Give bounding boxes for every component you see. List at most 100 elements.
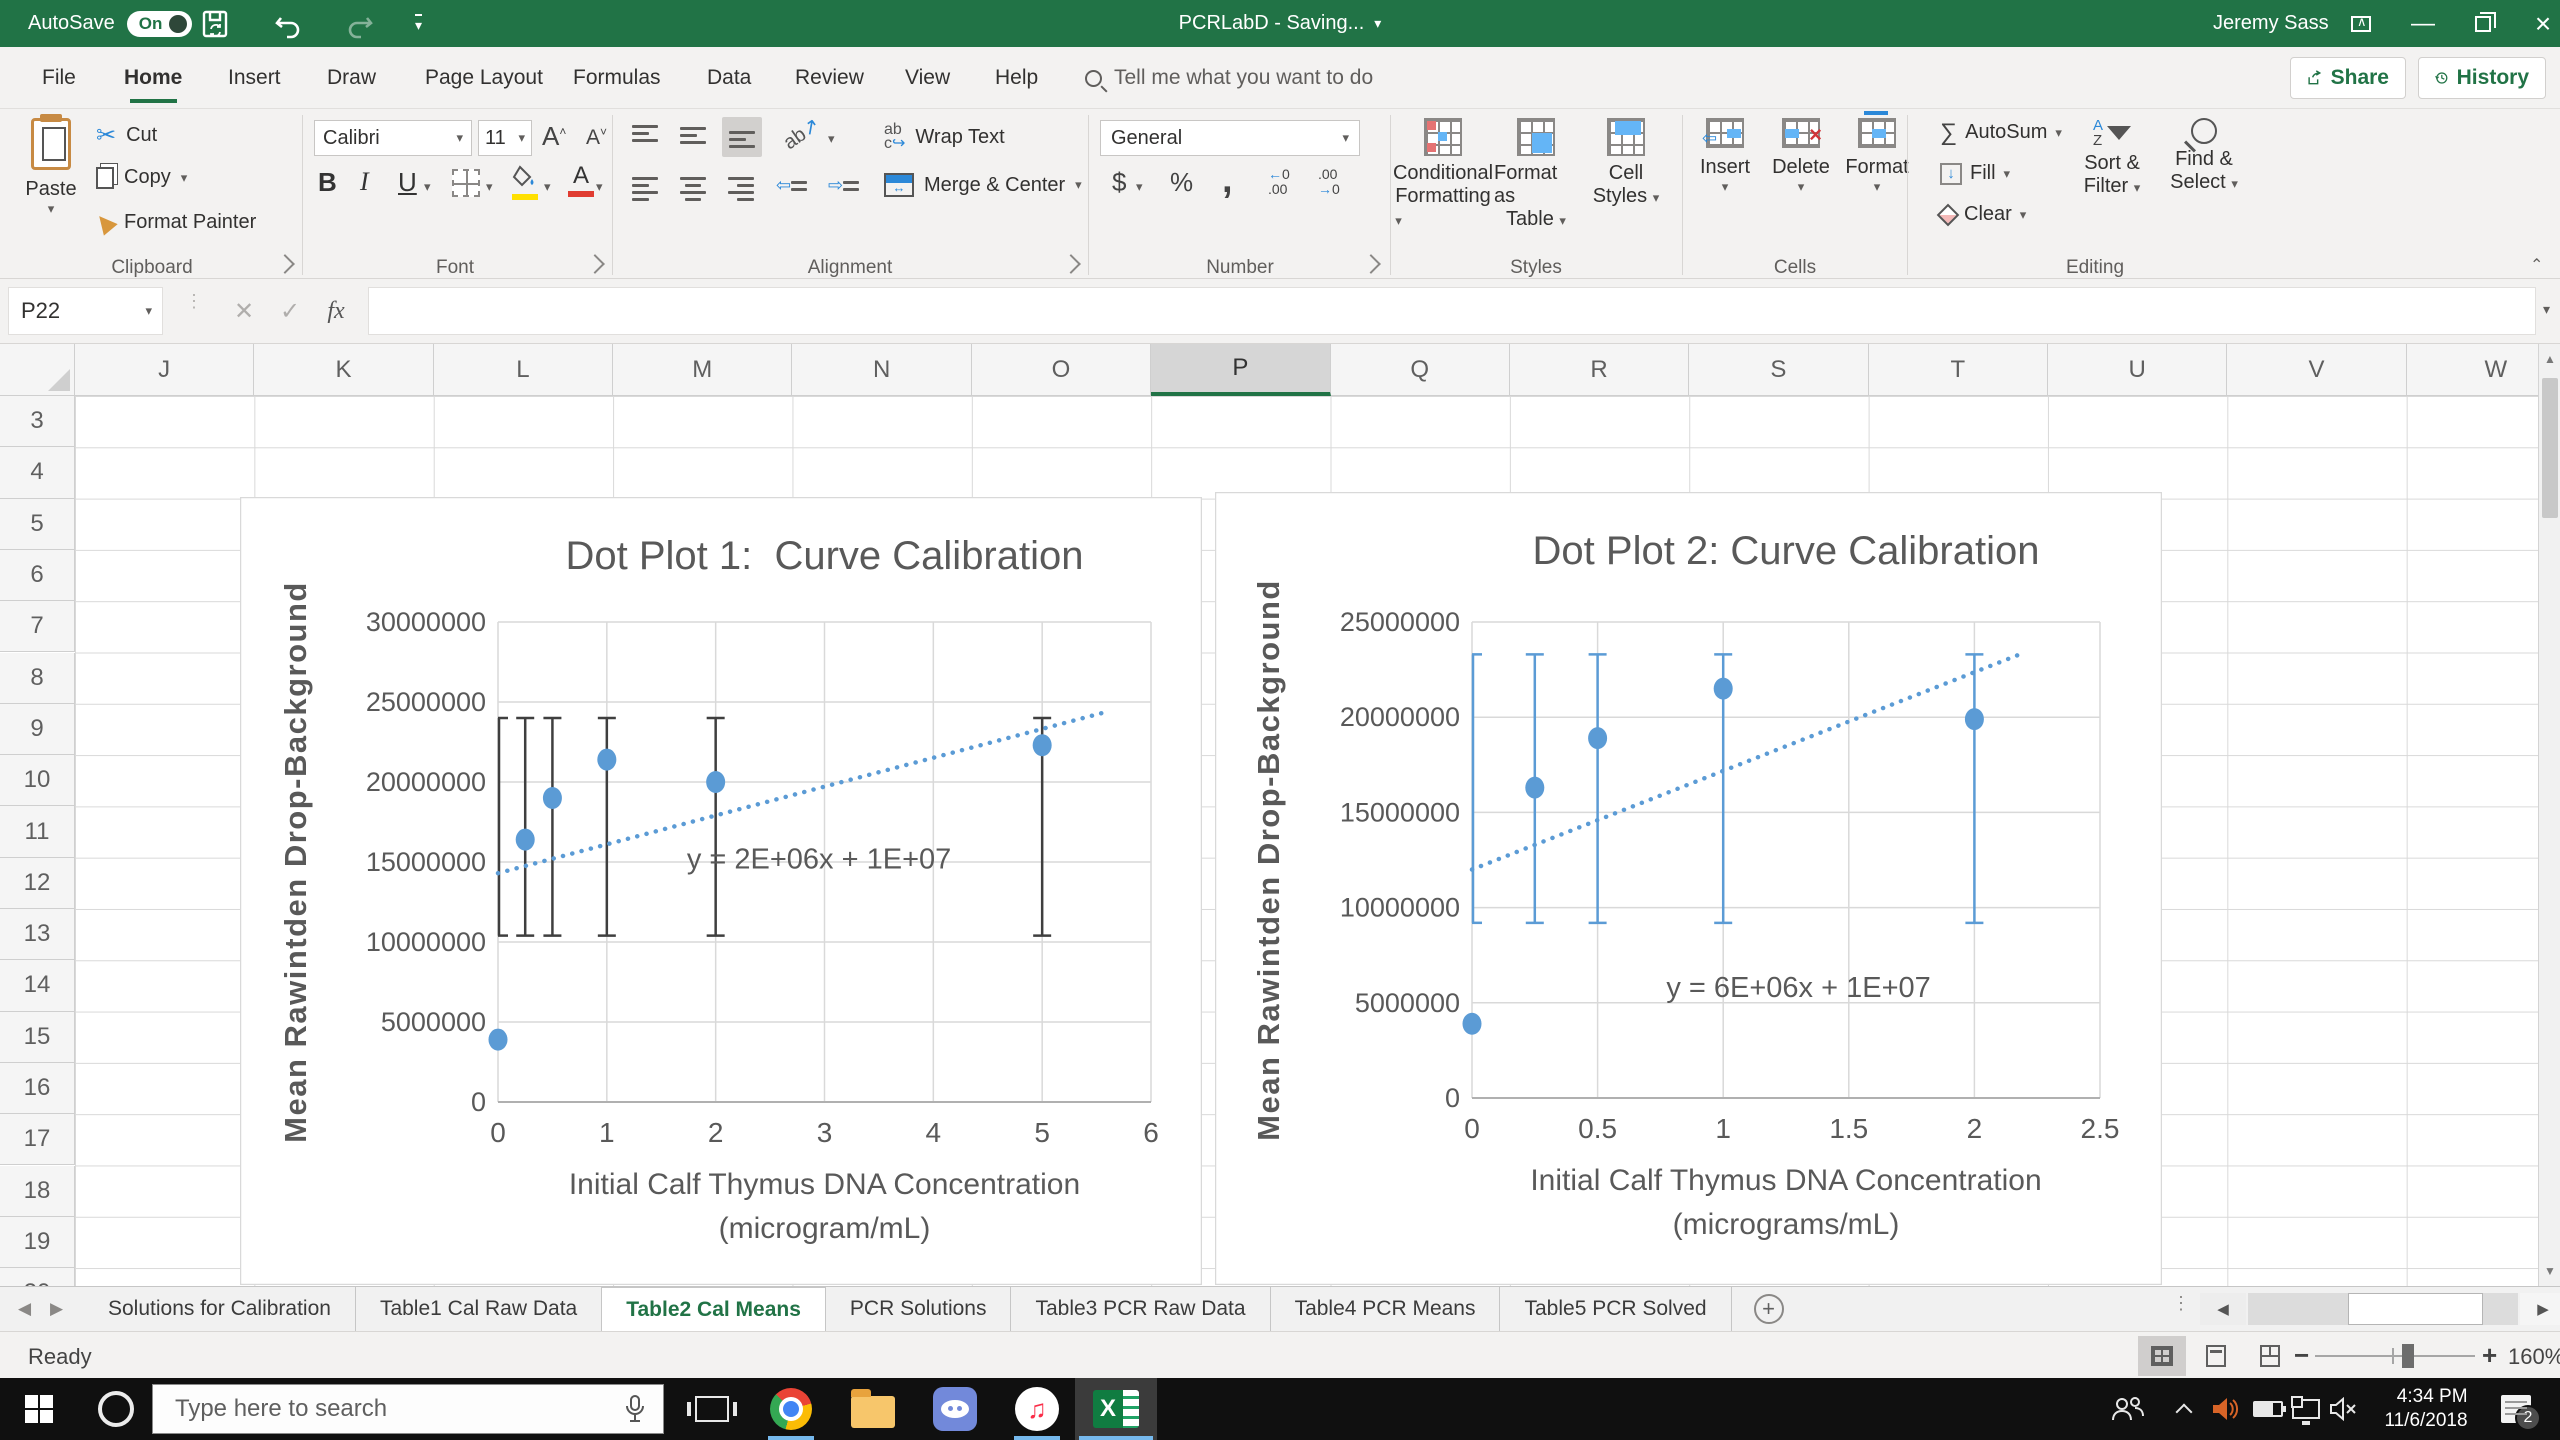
row-header-10[interactable]: 10 — [0, 755, 75, 807]
action-center-button[interactable]: 2 — [2490, 1378, 2542, 1440]
horizontal-scrollbar[interactable] — [2248, 1293, 2518, 1325]
column-header-P[interactable]: P — [1151, 344, 1331, 396]
file-explorer-button[interactable] — [842, 1378, 904, 1440]
sheet-tab-pcr-solutions[interactable]: PCR Solutions — [826, 1287, 1012, 1331]
minimize-button[interactable]: — — [2392, 0, 2454, 47]
font-name-select[interactable]: Calibri ▾ — [314, 120, 472, 156]
formula-input[interactable] — [368, 287, 2536, 335]
column-header-N[interactable]: N — [792, 344, 972, 396]
vertical-scroll-thumb[interactable] — [2542, 378, 2558, 518]
number-format-select[interactable]: General ▾ — [1100, 120, 1360, 156]
cancel-button[interactable]: ✕ — [222, 287, 266, 335]
top-align-button[interactable] — [632, 125, 658, 142]
row-header-16[interactable]: 16 — [0, 1062, 75, 1115]
sheet-tab-table4-pcr-means[interactable]: Table4 PCR Means — [1271, 1287, 1501, 1331]
hscroll-left-button[interactable]: ◀ — [2200, 1293, 2246, 1325]
percent-style-button[interactable]: % — [1170, 167, 1193, 198]
qat-customize-button[interactable]: ▾ — [415, 0, 423, 47]
tab-file[interactable]: File — [42, 47, 76, 109]
save-button[interactable] — [200, 0, 230, 47]
page-break-view-button[interactable] — [2246, 1336, 2294, 1376]
taskbar-search-input[interactable]: Type here to search — [152, 1384, 664, 1434]
title-dropdown-icon[interactable]: ▾ — [1374, 15, 1381, 32]
row-header-18[interactable]: 18 — [0, 1165, 75, 1217]
undo-button[interactable] — [272, 0, 304, 47]
excel-button[interactable]: X — [1075, 1378, 1157, 1440]
bottom-align-button[interactable] — [722, 117, 762, 157]
start-button[interactable] — [8, 1378, 70, 1440]
tab-view[interactable]: View — [905, 47, 950, 109]
column-header-M[interactable]: M — [613, 344, 793, 396]
microphone-icon[interactable] — [623, 1394, 647, 1424]
find-select-button[interactable]: Find & Select ▾ — [2160, 118, 2248, 194]
decrease-indent-button[interactable]: ⇦ — [776, 175, 808, 196]
cortana-button[interactable] — [88, 1378, 144, 1440]
chart-dot-plot-1[interactable]: Dot Plot 1: Curve Calibration 0 5000000 100… — [240, 497, 1202, 1285]
format-painter-button[interactable]: Format Painter — [92, 209, 256, 236]
sheet-tab-solutions-for-calibration[interactable]: Solutions for Calibration — [84, 1287, 356, 1331]
orientation-button[interactable]: ab↗ — [778, 112, 825, 155]
row-header-6[interactable]: 6 — [0, 549, 75, 602]
fill-button[interactable]: ↓ Fill ▾ — [1940, 162, 2010, 185]
insert-function-button[interactable]: fx — [314, 287, 358, 335]
accounting-format-dropdown[interactable]: ▾ — [1136, 179, 1143, 195]
sheet-nav-right-icon[interactable]: ▶ — [50, 1287, 63, 1331]
new-sheet-button[interactable]: + — [1753, 1294, 1784, 1324]
column-header-L[interactable]: L — [433, 344, 614, 396]
clipboard-dialog-launcher[interactable] — [275, 254, 295, 274]
page-layout-view-button[interactable] — [2192, 1336, 2240, 1376]
autosum-button[interactable]: ∑ AutoSum ▾ — [1940, 120, 2062, 144]
delete-cells-button[interactable]: × Delete ▾ — [1766, 118, 1836, 195]
tab-splitter-handle[interactable]: ⋮ — [2172, 1294, 2190, 1312]
align-right-button[interactable] — [728, 177, 754, 201]
sheet-tab-table5-pcr-solved[interactable]: Table5 PCR Solved — [1500, 1287, 1732, 1331]
hidden-icons-button[interactable] — [2162, 1378, 2206, 1440]
bold-button[interactable]: B — [318, 167, 337, 198]
column-header-T[interactable]: T — [1868, 344, 2048, 396]
italic-button[interactable]: I — [360, 167, 369, 197]
accounting-format-button[interactable]: $ — [1112, 167, 1126, 198]
share-button[interactable]: Share — [2290, 57, 2406, 99]
horizontal-scroll-thumb[interactable] — [2348, 1293, 2483, 1325]
column-header-V[interactable]: V — [2227, 344, 2407, 396]
close-button[interactable]: × — [2512, 0, 2560, 47]
column-header-U[interactable]: U — [2047, 344, 2228, 396]
sort-filter-button[interactable]: AZ Sort & Filter ▾ — [2068, 118, 2156, 198]
row-header-15[interactable]: 15 — [0, 1011, 75, 1063]
format-cells-button[interactable]: Format ▾ — [1842, 111, 1912, 195]
paste-button[interactable]: Paste ▾ — [18, 114, 84, 217]
row-header-5[interactable]: 5 — [0, 498, 75, 550]
name-box-dropdown[interactable]: ▾ — [145, 303, 152, 319]
middle-align-button[interactable] — [680, 127, 706, 144]
clear-button[interactable]: Clear ▾ — [1936, 203, 2026, 226]
comma-style-button[interactable]: , — [1222, 159, 1233, 202]
sheet-tab-table3-pcr-raw-data[interactable]: Table3 PCR Raw Data — [1011, 1287, 1271, 1331]
itunes-button[interactable]: ♫ — [1006, 1378, 1068, 1440]
borders-button[interactable] — [452, 169, 480, 197]
chrome-button[interactable] — [760, 1378, 822, 1440]
column-header-Q[interactable]: Q — [1330, 344, 1510, 396]
merge-center-button[interactable]: ↔ Merge & Center ▾ — [884, 173, 1082, 197]
zoom-in-button[interactable]: + — [2482, 1340, 2497, 1371]
fill-color-button[interactable] — [512, 165, 538, 200]
user-name[interactable]: Jeremy Sass — [2213, 0, 2329, 47]
row-header-3[interactable]: 3 — [0, 396, 75, 448]
alignment-dialog-launcher[interactable] — [1061, 254, 1081, 274]
font-dialog-launcher[interactable] — [585, 254, 605, 274]
row-header-7[interactable]: 7 — [0, 601, 75, 653]
row-header-13[interactable]: 13 — [0, 909, 75, 961]
clock[interactable]: 4:34 PM 11/6/2018 — [2378, 1378, 2474, 1440]
zoom-level[interactable]: 160% — [2508, 1344, 2560, 1370]
column-header-J[interactable]: J — [75, 344, 255, 396]
tab-home[interactable]: Home — [124, 47, 182, 109]
column-header-O[interactable]: O — [971, 344, 1152, 396]
scroll-up-icon[interactable]: ▲ — [2539, 346, 2560, 372]
font-color-dropdown[interactable]: ▾ — [596, 179, 603, 195]
borders-dropdown[interactable]: ▾ — [486, 179, 493, 195]
font-size-select[interactable]: 11 ▾ — [478, 120, 532, 156]
increase-indent-button[interactable]: ⇨ — [828, 175, 860, 196]
volume-button[interactable] — [2322, 1378, 2366, 1440]
number-dialog-launcher[interactable] — [1361, 254, 1381, 274]
underline-dropdown[interactable]: ▾ — [424, 179, 431, 195]
formula-bar-handle[interactable]: ⋮ — [185, 292, 203, 310]
